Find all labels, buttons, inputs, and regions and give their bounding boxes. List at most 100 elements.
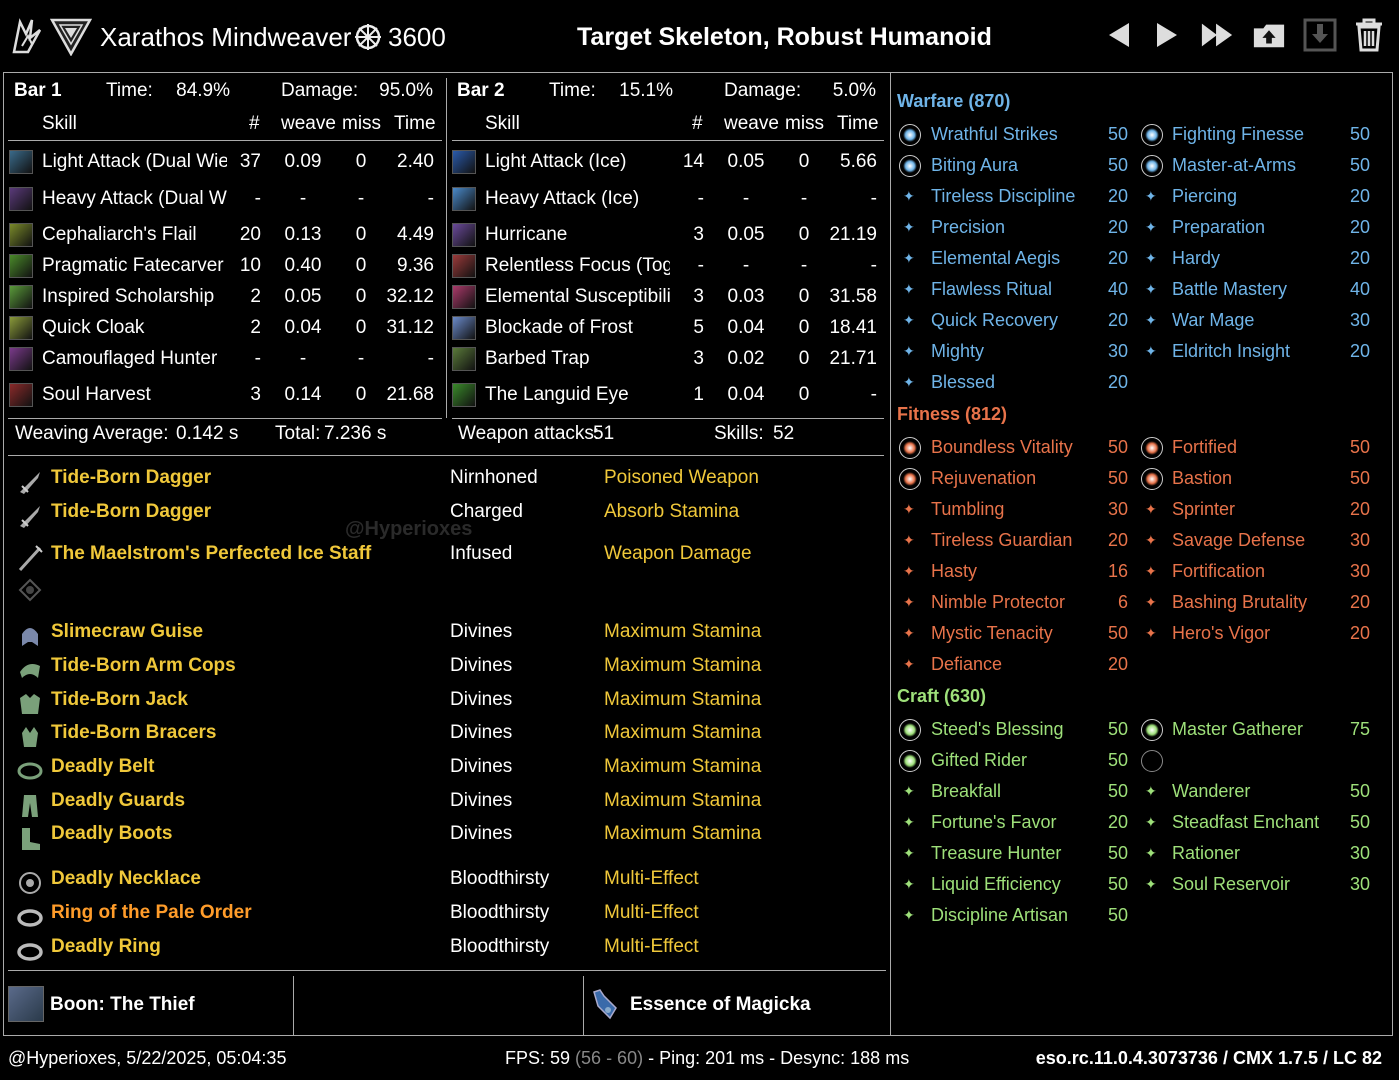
cp-star-value: 6 bbox=[1117, 592, 1128, 612]
cp-star-value: 20 bbox=[1349, 217, 1370, 237]
footer-version: eso.rc.11.0.4.3073736 / CMX 1.7.5 / LC 8… bbox=[1035, 1048, 1382, 1068]
empty-slot-icon bbox=[18, 578, 42, 602]
delete-fight-button[interactable] bbox=[1352, 18, 1386, 52]
gear-trait: Divines bbox=[450, 790, 513, 811]
cp-star-value: 50 bbox=[1107, 781, 1128, 801]
cp-star-name: Liquid Efficiency bbox=[931, 874, 1061, 894]
cp-star-value: 20 bbox=[1107, 530, 1128, 550]
cp-star-value: 50 bbox=[1107, 750, 1128, 770]
gear-name: Tide-Born Dagger bbox=[51, 501, 212, 522]
cp-passive-icon: ✦ bbox=[1145, 563, 1157, 579]
cp-star-value: 40 bbox=[1349, 279, 1370, 299]
bar-title: Bar 2 bbox=[457, 80, 505, 101]
cp-star-name: Blessed bbox=[931, 372, 996, 392]
skill-count: - bbox=[697, 255, 704, 276]
fps-range: (56 - 60) bbox=[575, 1048, 644, 1068]
skill-name: Quick Cloak bbox=[42, 317, 145, 338]
alliance-rank-icon bbox=[50, 18, 92, 56]
cp-star-value: 50 bbox=[1107, 719, 1128, 739]
skill-time: 4.49 bbox=[397, 224, 434, 245]
cp-passive-icon: ✦ bbox=[903, 783, 915, 799]
skill-time: 31.58 bbox=[829, 286, 877, 307]
gear-enchant: Weapon Damage bbox=[604, 543, 752, 564]
skill-time: 2.40 bbox=[397, 151, 434, 172]
cp-passive-icon: ✦ bbox=[903, 501, 915, 517]
column-header-time: Time bbox=[837, 113, 879, 134]
cp-tree-title: Warfare (870) bbox=[897, 91, 1011, 111]
gear-enchant: Maximum Stamina bbox=[604, 722, 762, 743]
cp-star-value: 20 bbox=[1107, 310, 1128, 330]
cp-star-value: 30 bbox=[1349, 530, 1370, 550]
bar-time-value: 15.1% bbox=[619, 80, 673, 101]
cp-passive-icon: ✦ bbox=[903, 845, 915, 861]
gear-name: Tide-Born Jack bbox=[51, 689, 188, 710]
cp-star-name: Fortified bbox=[1172, 437, 1238, 457]
previous-fight-button[interactable] bbox=[1102, 18, 1136, 52]
skill-icon bbox=[9, 316, 33, 340]
save-fight-button[interactable] bbox=[1252, 18, 1286, 52]
cp-passive-icon: ✦ bbox=[903, 814, 915, 830]
cp-passive-icon: ✦ bbox=[1145, 188, 1157, 204]
skill-time: 9.36 bbox=[397, 255, 434, 276]
cp-star-value: 40 bbox=[1107, 279, 1128, 299]
gear-enchant: Maximum Stamina bbox=[604, 689, 762, 710]
cp-slotted-icon bbox=[899, 124, 921, 146]
next-fight-button[interactable] bbox=[1150, 18, 1184, 52]
cp-star-value: 50 bbox=[1349, 124, 1370, 144]
skill-weave: 0.40 bbox=[284, 255, 322, 276]
cp-empty-slot-icon bbox=[1141, 750, 1163, 772]
column-header-count: # bbox=[692, 113, 703, 134]
skill-name: Elemental Susceptibilit bbox=[485, 286, 670, 307]
cp-passive-icon: ✦ bbox=[1145, 876, 1157, 892]
cp-star-name: Discipline Artisan bbox=[931, 905, 1069, 925]
bar2-header-line bbox=[452, 140, 884, 141]
cp-star-value: 50 bbox=[1107, 155, 1128, 175]
bar-total-value: 7.236 s bbox=[324, 423, 387, 444]
gear-enchant: Multi-Effect bbox=[604, 902, 699, 923]
cp-star-name: Wrathful Strikes bbox=[931, 124, 1058, 144]
gear-enchant: Poisoned Weapon bbox=[604, 467, 759, 488]
bar-time-value: 84.9% bbox=[176, 80, 230, 101]
cp-passive-icon: ✦ bbox=[1145, 501, 1157, 517]
skill-icon bbox=[452, 223, 476, 247]
cp-star-name: Defiance bbox=[931, 654, 1003, 674]
cp-star-value: 20 bbox=[1349, 248, 1370, 268]
gear-enchant: Maximum Stamina bbox=[604, 621, 762, 642]
skill-icon bbox=[452, 347, 476, 371]
cp-passive-icon: ✦ bbox=[903, 656, 915, 672]
cp-star-name: Flawless Ritual bbox=[931, 279, 1053, 299]
cp-star-value: 30 bbox=[1349, 561, 1370, 581]
cp-star-value: 16 bbox=[1107, 561, 1128, 581]
skill-weave: - bbox=[742, 255, 750, 276]
helmet-icon bbox=[22, 628, 38, 646]
skill-count: 14 bbox=[682, 151, 704, 172]
cp-star-name: Steed's Blessing bbox=[931, 719, 1064, 739]
cp-tree-title: Fitness (812) bbox=[897, 404, 1008, 424]
skill-icon bbox=[452, 254, 476, 278]
skill-icon bbox=[452, 316, 476, 340]
skill-count: 5 bbox=[693, 317, 704, 338]
cp-star-value: 20 bbox=[1349, 623, 1370, 643]
bar-damage-value: 5.0% bbox=[832, 80, 876, 101]
cp-divider bbox=[890, 73, 891, 1035]
last-fight-button[interactable] bbox=[1200, 18, 1234, 52]
cp-star-name: Bastion bbox=[1172, 468, 1233, 488]
skill-icon bbox=[9, 347, 33, 371]
cp-star-value: 50 bbox=[1107, 843, 1128, 863]
cp-passive-icon: ✦ bbox=[903, 563, 915, 579]
bar2-footer-line bbox=[452, 418, 884, 419]
cp-star-value: 20 bbox=[1349, 341, 1370, 361]
load-fight-button[interactable] bbox=[1303, 18, 1337, 52]
arrow-right-icon bbox=[1157, 23, 1177, 47]
cp-star-name: Rejuvenation bbox=[931, 468, 1037, 488]
gear-enchant: Maximum Stamina bbox=[604, 790, 762, 811]
cp-star-value: 20 bbox=[1107, 186, 1128, 206]
skill-name: The Languid Eye bbox=[485, 384, 629, 405]
cp-star-name: Bashing Brutality bbox=[1172, 592, 1308, 612]
ping-desync: - Ping: 201 ms - Desync: 188 ms bbox=[648, 1048, 910, 1068]
skill-time: 32.12 bbox=[386, 286, 434, 307]
gear-trait: Nirnhoned bbox=[450, 467, 538, 488]
cp-passive-icon: ✦ bbox=[903, 250, 915, 266]
gear-top-line bbox=[8, 455, 884, 456]
cp-passive-icon: ✦ bbox=[903, 312, 915, 328]
